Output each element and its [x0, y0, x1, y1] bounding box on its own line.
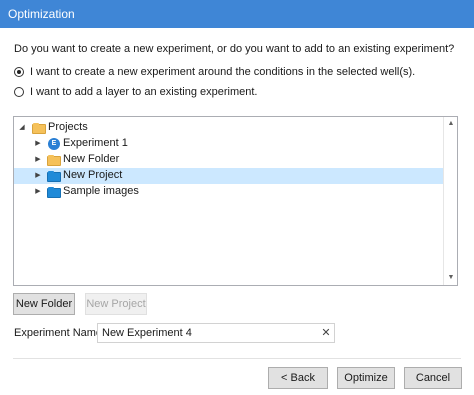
folder-icon — [47, 155, 61, 166]
scroll-down-icon[interactable]: ▼ — [444, 271, 458, 285]
option-add-layer-label: I want to add a layer to an existing exp… — [30, 86, 258, 98]
scroll-up-icon[interactable]: ▲ — [444, 117, 458, 131]
expand-arrow-icon[interactable]: ▶ — [34, 155, 42, 165]
project-tree[interactable]: ◢ Projects ▶ E Experiment 1 ▶ New Folder… — [13, 116, 458, 286]
option-add-layer[interactable]: I want to add a layer to an existing exp… — [14, 85, 257, 99]
new-project-button[interactable]: New Project — [85, 293, 147, 315]
project-folder-icon — [47, 171, 61, 182]
tree-item-new-folder[interactable]: ▶ New Folder — [14, 152, 444, 168]
tree-item-label: New Folder — [63, 153, 120, 165]
radio-add-layer[interactable] — [14, 87, 24, 97]
tree-item-label: Sample images — [63, 185, 139, 197]
expand-arrow-icon[interactable]: ▶ — [34, 139, 42, 149]
experiment-name-input[interactable] — [97, 323, 335, 343]
footer-divider — [13, 358, 461, 359]
radio-create-new[interactable] — [14, 67, 24, 77]
tree-item-label: Experiment 1 — [63, 137, 128, 149]
question-text: Do you want to create a new experiment, … — [14, 43, 455, 55]
new-folder-button[interactable]: New Folder — [13, 293, 75, 315]
experiment-icon: E — [48, 138, 60, 150]
tree-item-label: New Project — [63, 169, 123, 181]
tree-scrollbar[interactable]: ▲ ▼ — [443, 117, 457, 285]
back-button[interactable]: < Back — [268, 367, 328, 389]
clear-icon[interactable]: ✕ — [320, 326, 332, 340]
experiment-name-label: Experiment Name — [14, 327, 103, 339]
tree-item-new-project[interactable]: ▶ New Project — [14, 168, 444, 184]
option-create-new[interactable]: I want to create a new experiment around… — [14, 65, 415, 79]
tree-item-label: Projects — [48, 121, 88, 133]
tree-item-experiment-1[interactable]: ▶ E Experiment 1 — [14, 136, 444, 152]
title-bar: Optimization — [0, 0, 474, 28]
option-create-new-label: I want to create a new experiment around… — [30, 66, 416, 78]
window-title: Optimization — [8, 7, 75, 21]
tree-item-projects[interactable]: ◢ Projects — [14, 120, 444, 136]
optimize-button[interactable]: Optimize — [337, 367, 395, 389]
tree-item-sample-images[interactable]: ▶ Sample images — [14, 184, 444, 200]
project-folder-icon — [47, 187, 61, 198]
cancel-button[interactable]: Cancel — [404, 367, 462, 389]
expand-arrow-icon[interactable]: ▶ — [34, 187, 42, 197]
folder-icon — [32, 123, 46, 134]
expand-arrow-icon[interactable]: ▶ — [34, 171, 42, 181]
collapse-arrow-icon[interactable]: ◢ — [18, 123, 26, 133]
